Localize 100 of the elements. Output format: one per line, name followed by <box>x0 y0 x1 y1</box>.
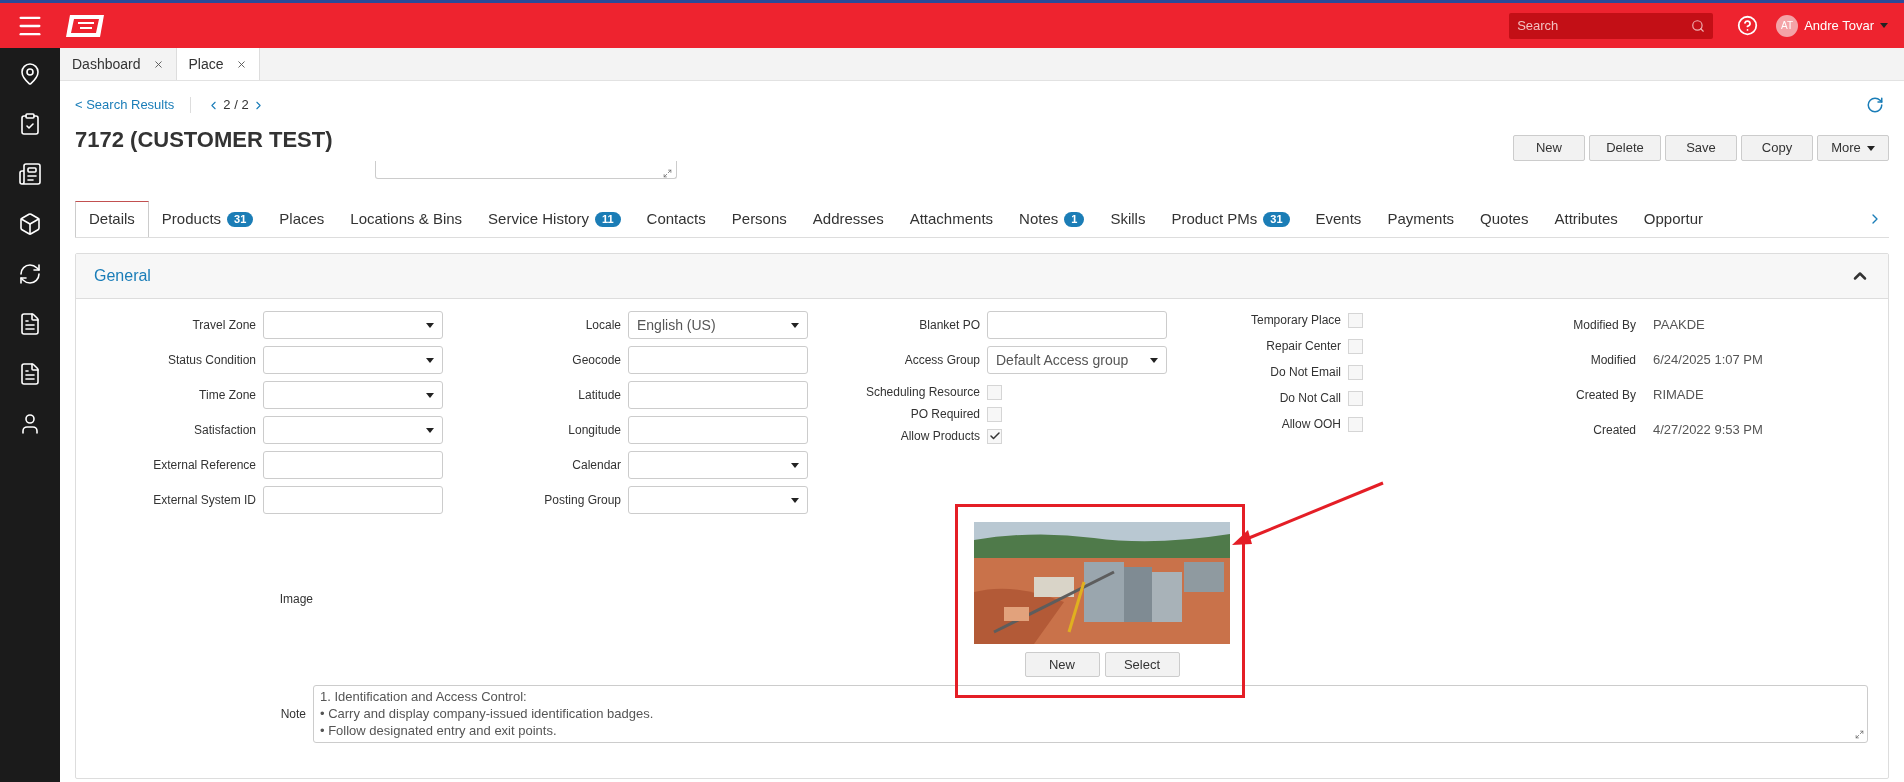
caret-icon <box>1150 357 1158 363</box>
checkbox[interactable] <box>1348 416 1363 432</box>
count-badge: 31 <box>1263 211 1290 227</box>
field-label: Locale <box>584 317 622 334</box>
back-link[interactable]: < Search Results <box>75 95 175 115</box>
image-button[interactable]: New <box>1024 652 1100 677</box>
dropdown-field[interactable] <box>628 451 808 479</box>
dropdown-field[interactable] <box>263 311 443 339</box>
document-icon[interactable] <box>18 362 42 386</box>
search-icon[interactable] <box>1691 18 1706 33</box>
field-label: Do Not Call <box>1278 390 1342 407</box>
record-tab[interactable]: Opportur <box>1630 201 1717 237</box>
caret-icon <box>791 497 799 503</box>
resize-icon <box>663 169 672 178</box>
field-label: Created By <box>1574 387 1637 404</box>
checkbox[interactable] <box>987 428 1002 444</box>
record-tab[interactable]: Product PMs 31 <box>1158 201 1303 237</box>
record-tab[interactable]: Addresses <box>799 201 897 237</box>
checkbox[interactable] <box>1348 390 1363 406</box>
dropdown-field[interactable] <box>263 346 443 374</box>
caret-icon <box>791 462 799 468</box>
action-button[interactable]: Delete <box>1589 135 1661 161</box>
open-tab[interactable]: Place <box>176 48 260 80</box>
field-label: Access Group <box>903 352 981 369</box>
field-label: Calendar <box>571 457 622 474</box>
field-label: Modified By <box>1572 317 1637 334</box>
close-icon[interactable] <box>235 58 247 70</box>
text-area-field[interactable] <box>375 161 677 179</box>
action-button[interactable]: Save <box>1665 135 1737 161</box>
field-label: Created <box>1592 422 1637 439</box>
image-button[interactable]: Select <box>1104 652 1180 677</box>
field-label: Geocode <box>571 352 622 369</box>
record-title: 7172 (CUSTOMER TEST) <box>75 126 333 154</box>
record-tab[interactable]: Skills <box>1097 201 1159 237</box>
input-field[interactable] <box>987 311 1167 339</box>
newspaper-icon[interactable] <box>18 162 42 186</box>
record-tab[interactable]: Places <box>266 201 338 237</box>
record-tab[interactable]: Persons <box>718 201 800 237</box>
field-label: Longitude <box>567 422 622 439</box>
dropdown-field[interactable]: English (US) <box>628 311 808 339</box>
caret-icon <box>1866 145 1875 151</box>
field-label: Posting Group <box>543 492 622 509</box>
field-label: Time Zone <box>198 387 257 404</box>
refresh-icon[interactable] <box>18 262 42 286</box>
clipboard-check-icon[interactable] <box>18 112 42 136</box>
field-label: Satisfaction <box>192 422 257 439</box>
section-title: General <box>94 266 151 286</box>
search-field[interactable]: Search <box>1509 12 1714 39</box>
count-badge: 1 <box>1064 211 1085 227</box>
checkbox[interactable] <box>1348 312 1363 328</box>
check-icon <box>988 430 1001 442</box>
record-tab[interactable]: Details <box>75 201 149 237</box>
box-icon[interactable] <box>18 212 42 236</box>
action-button[interactable]: More <box>1817 135 1889 161</box>
input-field[interactable] <box>628 416 808 444</box>
field-label: Latitude <box>577 387 622 404</box>
dropdown-field[interactable] <box>263 416 443 444</box>
dropdown-field[interactable] <box>263 381 443 409</box>
record-tab[interactable]: Products 31 <box>148 201 267 237</box>
dropdown-field[interactable] <box>628 486 808 514</box>
record-tab[interactable]: Events <box>1302 201 1375 237</box>
field-value: RIMADE <box>1653 386 1704 405</box>
caret-icon <box>426 357 434 363</box>
record-tab[interactable]: Contacts <box>633 201 719 237</box>
input-field[interactable] <box>628 346 808 374</box>
caret-icon <box>426 392 434 398</box>
checkbox[interactable] <box>987 406 1002 422</box>
field-label: Temporary Place <box>1249 312 1342 329</box>
help-icon[interactable] <box>1737 15 1759 36</box>
close-icon[interactable] <box>152 58 164 70</box>
pager-text: 2 / 2 <box>223 96 249 115</box>
field-label: Note <box>279 706 307 723</box>
checkbox[interactable] <box>987 384 1002 400</box>
action-button[interactable]: New <box>1513 135 1585 161</box>
map-pin-icon[interactable] <box>18 62 42 86</box>
record-tab[interactable]: Notes 1 <box>1006 201 1098 237</box>
document-icon[interactable] <box>18 312 42 336</box>
record-tab[interactable]: Locations & Bins <box>337 201 476 237</box>
input-field[interactable] <box>263 451 443 479</box>
record-tab[interactable]: Service History 11 <box>475 201 634 237</box>
record-tab[interactable]: Attributes <box>1541 201 1631 237</box>
field-value: 6/24/2025 1:07 PM <box>1653 351 1763 370</box>
note-field[interactable]: 1. Identification and Access Control: • Carry and display company-issued identification badges. • Follow designated entry and exit points. <box>313 685 1868 743</box>
checkbox[interactable] <box>1348 364 1363 380</box>
record-tab[interactable]: Payments <box>1374 201 1468 237</box>
count-badge: 31 <box>227 211 254 227</box>
input-field[interactable] <box>263 486 443 514</box>
record-tab[interactable]: Quotes <box>1467 201 1542 237</box>
note-line: • Carry and display company-issued identification badges. <box>320 705 654 722</box>
dropdown-value: English (US) <box>637 315 716 335</box>
dropdown-field[interactable]: Default Access group <box>987 346 1167 374</box>
field-label: Travel Zone <box>191 317 257 334</box>
record-tab[interactable]: Attachments <box>896 201 1007 237</box>
user-name[interactable]: Andre Tovar <box>1804 15 1874 36</box>
action-button[interactable]: Copy <box>1741 135 1813 161</box>
count-badge: 11 <box>594 211 621 227</box>
input-field[interactable] <box>628 381 808 409</box>
caret-icon <box>426 322 434 328</box>
checkbox[interactable] <box>1348 338 1363 354</box>
field-label: Blanket PO <box>918 317 981 334</box>
